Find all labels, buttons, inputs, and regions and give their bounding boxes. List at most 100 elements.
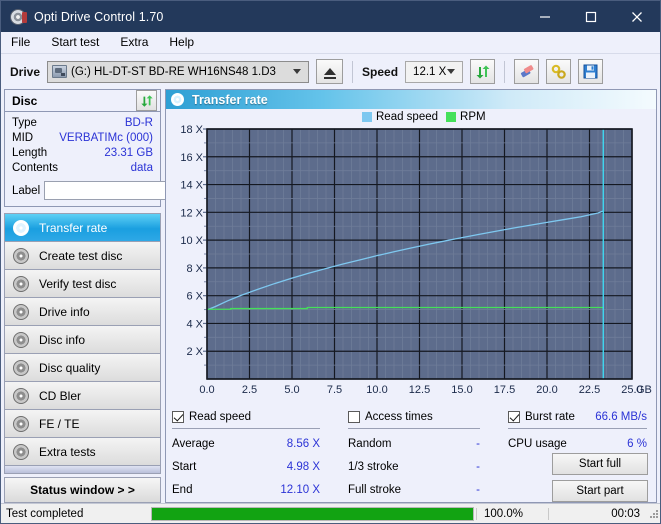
chevron-down-icon [447,69,455,74]
sidebar-item-disc-info[interactable]: Disc info [5,326,160,354]
eraser-icon [518,64,536,80]
disc-row-length: Length 23.31 GB [12,146,153,161]
save-button[interactable] [578,59,603,84]
status-window-button[interactable]: Status window > > [4,477,161,503]
svg-text:22.5: 22.5 [579,384,600,396]
stat-label-full-stroke: Full stroke [348,479,401,502]
svg-text:12 X: 12 X [180,208,203,220]
stat-row-start: Start 4.98 X [172,456,348,479]
speed-select[interactable]: 12.1 X [405,61,463,83]
disc-row-type-label: Type [12,116,37,131]
svg-text:7.5: 7.5 [327,384,342,396]
disc-panel-title: Disc [12,94,136,108]
sidebar-item-create-test-disc[interactable]: Create test disc [5,242,160,270]
panel-header: Transfer rate [166,90,656,109]
maximize-button[interactable] [568,1,614,32]
toolbar-divider-2 [504,61,505,83]
sidebar-item-label: FE / TE [39,417,79,431]
sidebar-item-transfer-rate[interactable]: Transfer rate [5,214,160,242]
svg-text:2.5: 2.5 [242,384,257,396]
menu-help[interactable]: Help [168,34,203,51]
stat-row-end: End 12.10 X [172,479,348,502]
legend-swatch-read-speed [362,112,372,122]
status-text: Test completed [1,508,149,520]
svg-text:GB: GB [636,384,652,396]
disc-icon [13,416,29,432]
stat-label-start: Start [172,456,196,479]
progress-percent: 100.0% [476,508,548,520]
disc-icon [13,332,29,348]
burst-rate-checkbox-row[interactable]: Burst rate 66.6 MB/s [508,408,650,425]
panel-title: Transfer rate [192,93,268,107]
start-full-button[interactable]: Start full [552,453,648,475]
sidebar-item-extra-tests[interactable]: Extra tests [5,438,160,466]
stat-label-end: End [172,479,192,502]
disc-row-mid: MID VERBATIMc (000) [12,131,153,146]
sidebar-item-drive-info[interactable]: Drive info [5,298,160,326]
sidebar-item-fe-te[interactable]: FE / TE [5,410,160,438]
disc-icon [13,388,29,404]
chevron-down-icon [293,69,301,74]
drive-select-value: (G:) HL-DT-ST BD-RE WH16NS48 1.D3 [71,66,276,78]
stats-panel: Read speed Average 8.56 X Start 4.98 X E… [166,404,656,502]
erase-button[interactable] [514,59,539,84]
disc-row-mid-value: VERBATIMc (000) [59,131,153,146]
stats-burst-column: Burst rate 66.6 MB/s CPU usage 6 % Start… [508,408,650,502]
svg-text:5.0: 5.0 [284,384,299,396]
disc-icon [10,9,26,25]
save-disk-icon [583,64,598,79]
burst-rate-checkbox[interactable] [508,411,520,423]
legend-label-read-speed: Read speed [376,111,438,123]
drive-label: Drive [10,65,40,79]
sidebar-item-cd-bler[interactable]: CD Bler [5,382,160,410]
start-part-button[interactable]: Start part [552,480,648,502]
disc-refresh-button[interactable] [136,90,157,111]
disc-row-contents: Contents data [12,161,153,176]
stats-access-times-column: Access times Random - 1/3 stroke - Full … [348,408,508,502]
elapsed-time: 00:03 [548,508,648,520]
sidebar-item-disc-quality[interactable]: Disc quality [5,354,160,382]
access-times-checkbox[interactable] [348,411,360,423]
disc-row-type: Type BD-R [12,116,153,131]
sidebar-item-label: Extra tests [39,445,96,459]
burst-rate-label: Burst rate [525,411,595,423]
wrench-icon [551,64,567,80]
disc-row-contents-value: data [131,161,153,176]
burst-rate-value: 66.6 MB/s [595,411,650,423]
menu-bar: File Start test Extra Help [1,32,660,54]
sidebar-item-verify-test-disc[interactable]: Verify test disc [5,270,160,298]
resize-grip-icon[interactable] [648,507,661,521]
speed-label: Speed [362,65,398,79]
window-controls [522,1,660,32]
menu-extra[interactable]: Extra [119,34,157,51]
menu-file[interactable]: File [10,34,39,51]
access-times-checkbox-row[interactable]: Access times [348,408,508,425]
stat-value-random: - [476,433,480,456]
access-times-label: Access times [365,411,508,423]
stat-value-end: 12.10 X [280,479,320,502]
legend-swatch-rpm [446,112,456,122]
close-button[interactable] [614,1,660,32]
drive-toolbar: Drive (G:) HL-DT-ST BD-RE WH16NS48 1.D3 … [1,54,660,89]
window-title: Opti Drive Control 1.70 [34,10,163,24]
refresh-button[interactable] [470,59,495,84]
progress-bar-fill [152,508,473,520]
read-speed-checkbox-row[interactable]: Read speed [172,408,348,425]
stat-value-average: 8.56 X [287,433,320,456]
stat-label-average: Average [172,433,215,456]
drive-select[interactable]: (G:) HL-DT-ST BD-RE WH16NS48 1.D3 [47,61,309,83]
title-bar: Opti Drive Control 1.70 [1,1,660,32]
menu-start-test[interactable]: Start test [50,34,108,51]
disc-row-length-label: Length [12,146,47,161]
sidebar: Disc Type BD-R MID VERB [4,89,161,503]
minimize-button[interactable] [522,1,568,32]
read-speed-checkbox[interactable] [172,411,184,423]
tools-button[interactable] [546,59,571,84]
disc-row-length-value: 23.31 GB [104,146,153,161]
stat-value-start: 4.98 X [287,456,320,479]
svg-text:6 X: 6 X [186,291,203,303]
svg-text:10 X: 10 X [180,236,203,248]
eject-icon [324,68,336,75]
nav-list: Transfer rate Create test disc Verify te… [4,213,161,466]
eject-button[interactable] [316,59,343,84]
